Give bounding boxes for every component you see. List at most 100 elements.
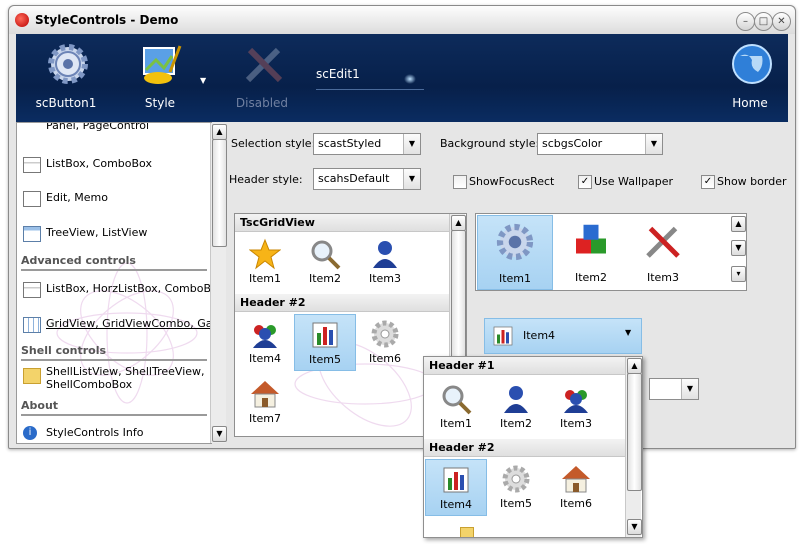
edit-glow [404, 74, 416, 84]
scroll-up-icon[interactable]: ▲ [451, 215, 466, 231]
listbox-icon [23, 282, 41, 298]
title-bar: StyleControls - Demo – □ ✕ [9, 6, 795, 34]
folder-icon [23, 368, 41, 384]
dropdown-header-1: Header #1 [424, 357, 625, 375]
dropdown-scrollbar[interactable]: ▲ ▼ [625, 357, 642, 537]
gallery-expand-icon[interactable]: ▾ [731, 266, 746, 282]
minimize-icon[interactable]: – [736, 12, 755, 31]
gear-icon [496, 223, 534, 261]
sidebar-header-about: About [21, 399, 207, 416]
edit-icon [23, 191, 41, 207]
tools-icon [245, 47, 283, 83]
gallery-item[interactable]: Item1 [477, 215, 553, 290]
gallery-item[interactable]: Item3 [628, 215, 698, 288]
grid-title: TscGridView [235, 214, 449, 232]
scbutton1-button[interactable]: scButton1 [26, 34, 106, 122]
combo-chevron-down-icon[interactable]: ▼ [625, 328, 631, 337]
toolbar: scButton1 Style ▼ Disabled scEdit1 Home [16, 34, 788, 122]
chevron-down-icon[interactable]: ▼ [645, 134, 662, 154]
chart-icon [312, 322, 338, 348]
sidebar-header-shell: Shell controls [21, 344, 207, 361]
treeview-icon [23, 226, 41, 242]
style-label: Style [144, 96, 176, 110]
cubes-icon [576, 224, 606, 254]
user-icon [373, 241, 397, 268]
grid-item[interactable]: Item2 [295, 234, 355, 289]
grid-item[interactable]: Item4 [235, 314, 295, 369]
dropdown-header-2: Header #2 [424, 439, 625, 457]
globe-icon [732, 44, 772, 84]
paint-palette-icon [143, 45, 182, 84]
sidebar: Panel, PageControl ListBox, ComboBox Edi… [16, 122, 212, 444]
show-border-checkbox[interactable]: ✓ [701, 175, 715, 189]
hidden-combo[interactable]: ▼ [649, 378, 699, 400]
gear-icon [48, 44, 88, 84]
background-style-combo[interactable]: scbgsColor ▼ [537, 133, 663, 155]
disabled-label: Disabled [235, 96, 289, 110]
house-icon [251, 381, 279, 408]
users-icon [253, 325, 277, 348]
grid-item[interactable]: Item5 [294, 314, 356, 371]
grid-icon [23, 317, 41, 333]
background-style-label: Background style: [440, 137, 540, 150]
show-border-label: Show border [717, 175, 787, 188]
window-title: StyleControls - Demo [35, 13, 179, 27]
use-wallpaper-checkbox[interactable]: ✓ [578, 175, 592, 189]
main-window: StyleControls - Demo – □ ✕ scButton1 Sty… [8, 5, 796, 449]
disabled-button: Disabled [222, 34, 302, 122]
sidebar-scrollbar[interactable]: ▲ ▼ [210, 123, 227, 443]
dropdown-item[interactable]: Item2 [486, 379, 546, 434]
sidebar-header-advanced: Advanced controls [21, 254, 207, 271]
star-icon [249, 238, 281, 270]
chevron-down-icon[interactable]: ▼ [403, 134, 420, 154]
grid-item[interactable]: Item7 [235, 374, 295, 429]
home-button[interactable]: Home [710, 34, 790, 122]
gallery-scroll-down-icon[interactable]: ▼ [731, 240, 746, 256]
dropdown-item[interactable]: Item3 [546, 379, 606, 434]
chevron-down-icon[interactable]: ▼ [681, 379, 698, 399]
selection-style-combo[interactable]: scastStyled ▼ [313, 133, 421, 155]
scedit1-value: scEdit1 [316, 67, 360, 81]
user-icon [504, 386, 528, 413]
dropdown-item[interactable]: Item4 [425, 459, 487, 516]
folder-icon [460, 527, 474, 537]
grid-item[interactable]: Item1 [235, 234, 295, 289]
gallery-scroller: ▲ ▼ ▾ [730, 216, 746, 288]
info-icon: i [23, 426, 37, 440]
style-dropdown-arrow-icon[interactable]: ▼ [200, 76, 206, 85]
dropdown-item[interactable]: Item6 [546, 459, 606, 514]
gallery: Item1 Item2 Item3 ▲ ▼ ▾ [475, 213, 747, 291]
close-icon[interactable]: ✕ [772, 12, 791, 31]
scroll-thumb[interactable] [212, 139, 227, 247]
scroll-down-icon[interactable]: ▼ [212, 426, 227, 442]
grid-header-2: Header #2 [235, 294, 449, 312]
listbox-icon [23, 157, 41, 173]
grid-item[interactable]: Item3 [355, 234, 415, 289]
scroll-up-icon[interactable]: ▲ [627, 358, 642, 374]
selection-style-label: Selection style: [231, 137, 316, 150]
header-style-label: Header style: [229, 173, 303, 186]
scroll-down-icon[interactable]: ▼ [627, 519, 642, 535]
scroll-up-icon[interactable]: ▲ [212, 124, 227, 140]
users-icon [564, 390, 588, 413]
grid-item[interactable]: Item6 [355, 314, 415, 369]
chevron-down-icon[interactable]: ▼ [403, 169, 420, 189]
show-focus-rect-label: ShowFocusRect [469, 175, 555, 188]
header-style-combo[interactable]: scahsDefault ▼ [313, 168, 421, 190]
dropdown-item[interactable]: Item1 [426, 379, 486, 434]
grid-view-combo[interactable]: Item4 [484, 318, 642, 354]
gallery-scroll-up-icon[interactable]: ▲ [731, 216, 746, 232]
dropdown-item[interactable]: Item5 [486, 459, 546, 514]
scroll-thumb[interactable] [627, 373, 642, 491]
show-focus-rect-checkbox[interactable] [453, 175, 467, 189]
style-button[interactable]: Style [120, 34, 200, 122]
tools-icon [646, 226, 680, 258]
grid-combo-dropdown: Header #1 Item1 Item2 Item3 Header #2 It… [423, 356, 643, 538]
maximize-icon[interactable]: □ [754, 12, 773, 31]
magnifier-icon [442, 385, 472, 415]
gallery-item[interactable]: Item2 [556, 215, 626, 288]
use-wallpaper-label: Use Wallpaper [594, 175, 674, 188]
app-icon [15, 13, 29, 27]
gear-icon [502, 465, 530, 493]
scbutton1-label: scButton1 [35, 96, 97, 110]
